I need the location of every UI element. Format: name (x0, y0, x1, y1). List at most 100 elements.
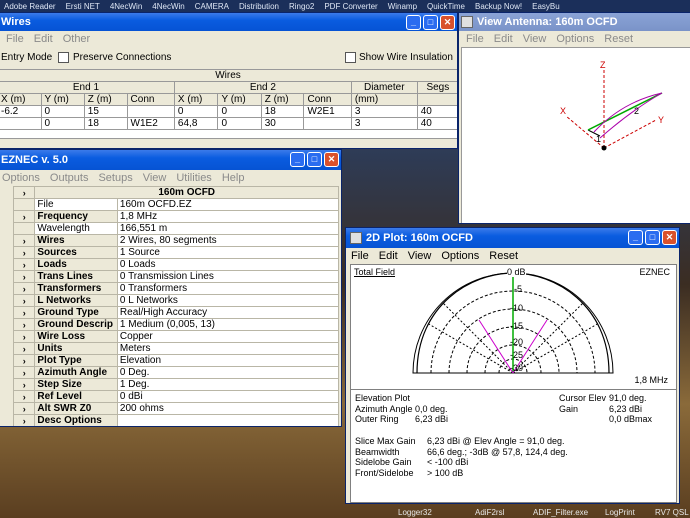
taskbar-top-item[interactable]: Backup Now! (475, 2, 522, 11)
wires-cell[interactable]: W1E2 (126, 117, 175, 130)
row-expand-button[interactable]: › (12, 210, 36, 223)
table-row[interactable]: -6.2 0 15 0 0 18 W2E1 3 40 (0, 105, 457, 118)
wires-cell[interactable] (0, 117, 42, 130)
menu-item-file[interactable]: File (351, 250, 369, 262)
close-icon[interactable]: ✕ (440, 15, 455, 30)
wires-cell[interactable]: 0 (40, 117, 85, 130)
row-expand-button[interactable]: › (12, 390, 36, 403)
z-axis-label: Z (600, 60, 606, 70)
row-expand-button[interactable]: › (12, 354, 36, 367)
wires-cell[interactable]: W2E1 (303, 105, 352, 118)
wires-cell[interactable] (126, 105, 175, 118)
header-button[interactable]: › (12, 186, 36, 199)
wires-cell[interactable] (303, 117, 352, 130)
taskbar-top-item[interactable]: CAMERA (195, 2, 229, 11)
plot-canvas[interactable]: Total Field EZNEC 1,8 MHz 0 dB -5 -10 -1… (350, 264, 677, 390)
menu-item-view[interactable]: View (143, 172, 167, 184)
taskbar-top-item[interactable]: Winamp (388, 2, 417, 11)
row-expand-button[interactable]: › (12, 366, 36, 379)
wires-cell[interactable]: 0 (217, 105, 262, 118)
menu-item-reset[interactable]: Reset (489, 250, 518, 262)
wires-cell[interactable]: 0 (217, 117, 262, 130)
row-expand-button[interactable]: › (12, 246, 36, 259)
wires-cell[interactable]: 18 (260, 105, 305, 118)
wires-empty-row[interactable] (0, 129, 457, 139)
menu-item-options[interactable]: Options (2, 172, 40, 184)
row-expand-button[interactable]: › (12, 282, 36, 295)
menu-item-edit[interactable]: Edit (34, 33, 53, 45)
wires-cell[interactable]: 3 (350, 105, 418, 118)
taskbar-bottom-item[interactable]: AdiF2rsl (475, 508, 504, 517)
main-menubar: Options Outputs Setups View Utilities Help (0, 170, 341, 186)
param-label: Transformers (34, 282, 118, 295)
taskbar-top-item[interactable]: 4NecWin (110, 2, 142, 11)
menu-item-options[interactable]: Options (556, 33, 594, 45)
row-expand-button[interactable]: › (12, 402, 36, 415)
menu-item-utilities[interactable]: Utilities (176, 172, 211, 184)
wires-cell[interactable]: 18 (83, 117, 128, 130)
row-expand-button[interactable]: › (12, 414, 36, 426)
menu-item-view[interactable]: View (408, 250, 432, 262)
menu-item-other[interactable]: Other (63, 33, 91, 45)
row-expand-button[interactable]: › (12, 330, 36, 343)
main-titlebar[interactable]: EZNEC v. 5.0 _ □ ✕ (0, 150, 341, 170)
taskbar-top-item[interactable]: QuickTime (427, 2, 465, 11)
menu-item-edit[interactable]: Edit (494, 33, 513, 45)
maximize-icon[interactable]: □ (307, 152, 322, 167)
wires-cell[interactable]: 40 (416, 105, 457, 118)
taskbar-top-item[interactable]: Distribution (239, 2, 279, 11)
taskbar-top-item[interactable]: Ringo2 (289, 2, 314, 11)
row-expand-button[interactable]: › (12, 306, 36, 319)
row-expand-button[interactable]: › (12, 378, 36, 391)
taskbar-top-item[interactable]: Adobe Reader (4, 2, 56, 11)
menu-item-help[interactable]: Help (222, 172, 245, 184)
row-expand-button[interactable]: › (12, 258, 36, 271)
minimize-icon[interactable]: _ (290, 152, 305, 167)
taskbar-top-item[interactable]: Ersti NET (66, 2, 100, 11)
table-row[interactable]: 0 18 W1E2 64,8 0 30 3 40 (0, 117, 457, 130)
menu-item-options[interactable]: Options (441, 250, 479, 262)
antenna-titlebar[interactable]: View Antenna: 160m OCFD (459, 13, 690, 31)
close-icon[interactable]: ✕ (662, 230, 677, 245)
preserve-connections-checkbox[interactable] (58, 52, 69, 63)
info-value: 66,6 deg.; -3dB @ 57,8, 124,4 deg. (427, 446, 568, 457)
antenna-canvas[interactable]: Z Y X 1 2 (461, 47, 690, 223)
row-expand-button[interactable]: › (12, 342, 36, 355)
wires-cell[interactable]: 0 (40, 105, 85, 118)
taskbar-bottom-item[interactable]: Logger32 (398, 508, 432, 517)
wires-cell[interactable]: 0 (173, 105, 219, 118)
menu-item-reset[interactable]: Reset (604, 33, 633, 45)
menu-item-edit[interactable]: Edit (379, 250, 398, 262)
wires-cell[interactable]: 15 (83, 105, 128, 118)
wires-cell[interactable]: -6.2 (0, 105, 42, 118)
wires-cell[interactable]: 3 (350, 117, 418, 130)
menu-item-outputs[interactable]: Outputs (50, 172, 89, 184)
row-expand-button[interactable]: › (12, 234, 36, 247)
taskbar-bottom-item[interactable]: LogPrint (605, 508, 635, 517)
minimize-icon[interactable]: _ (406, 15, 421, 30)
minimize-icon[interactable]: _ (628, 230, 643, 245)
maximize-icon[interactable]: □ (423, 15, 438, 30)
menu-item-setups[interactable]: Setups (98, 172, 132, 184)
row-expand-button[interactable]: › (12, 318, 36, 331)
wires-cell[interactable]: 30 (260, 117, 305, 130)
wires-cell[interactable]: 40 (416, 117, 457, 130)
wires-titlebar[interactable]: Wires _ □ ✕ (0, 13, 457, 31)
taskbar-top-item[interactable]: PDF Converter (324, 2, 377, 11)
taskbar-bottom-item[interactable]: ADIF_Filter.exe (533, 508, 588, 517)
row-expand-button[interactable]: › (12, 294, 36, 307)
row-expand-button[interactable]: › (12, 270, 36, 283)
taskbar-top-item[interactable]: 4NecWin (152, 2, 184, 11)
taskbar-bottom-item[interactable]: RV7 QSL (655, 508, 689, 517)
wires-cell[interactable]: 64,8 (173, 117, 219, 130)
taskbar-top-item[interactable]: EasyBu (532, 2, 560, 11)
info-value: 0,0 deg. (415, 403, 448, 414)
plot-titlebar[interactable]: 2D Plot: 160m OCFD _ □ ✕ (346, 228, 679, 248)
menu-item-file[interactable]: File (466, 33, 484, 45)
close-icon[interactable]: ✕ (324, 152, 339, 167)
maximize-icon[interactable]: □ (645, 230, 660, 245)
show-insulation-checkbox[interactable] (345, 52, 356, 63)
antenna-menubar: File Edit View Options Reset (459, 31, 690, 47)
menu-item-file[interactable]: File (6, 33, 24, 45)
menu-item-view[interactable]: View (523, 33, 547, 45)
